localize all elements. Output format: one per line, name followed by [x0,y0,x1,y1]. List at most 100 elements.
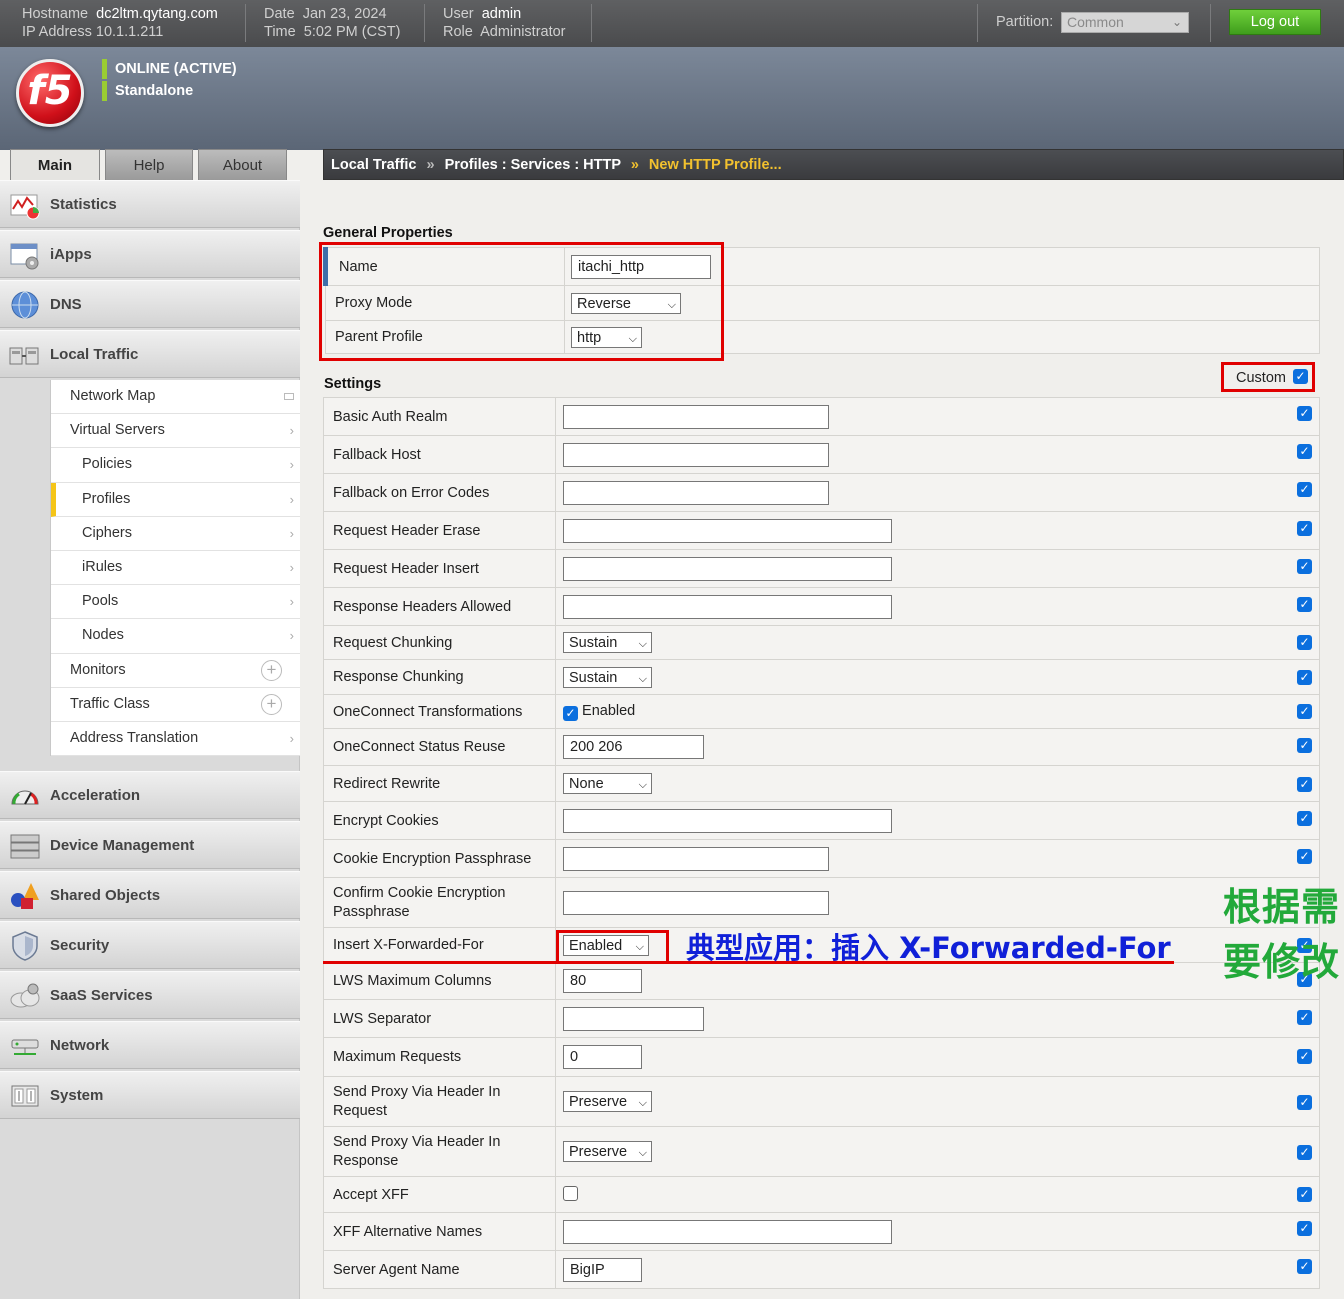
custom-checkbox[interactable]: ✓ [1297,1259,1312,1274]
server-agent-name-input[interactable]: BigIP [563,1257,642,1282]
user-info: User admin Role Administrator [443,5,566,41]
sidebar-item-security[interactable]: Security [0,921,300,969]
sidebar-item-shared-objects[interactable]: Shared Objects [0,871,300,919]
submenu-profiles[interactable]: Profiles › [51,482,300,517]
submenu-virtual-servers[interactable]: Virtual Servers › [51,414,300,449]
highlight-box-general [319,242,724,361]
date-label: Date [264,6,295,22]
submenu-nodes[interactable]: Nodes › [51,619,300,654]
submenu-ciphers[interactable]: Ciphers › [51,517,300,551]
cloud-icon [10,983,40,1008]
custom-checkbox[interactable]: ✓ [1297,738,1312,753]
custom-checkbox[interactable]: ✓ [1297,670,1312,685]
max-requests-input[interactable]: 0 [563,1045,642,1069]
sidebar-item-system[interactable]: System [0,1071,300,1119]
sidebar-item-statistics[interactable]: Statistics [0,180,300,228]
custom-checkbox[interactable]: ✓ [1297,444,1312,459]
submenu-pools[interactable]: Pools › [51,585,300,620]
response-chunking-select[interactable]: Sustain ⌵ [563,666,652,688]
custom-checkbox[interactable]: ✓ [1297,597,1312,612]
shield-icon [12,931,38,961]
fallback-error-codes-input[interactable] [563,480,829,505]
custom-checkbox[interactable]: ✓ [1297,1187,1312,1202]
custom-checkbox[interactable]: ✓ [1297,1145,1312,1160]
sidebar-item-network[interactable]: Network [0,1021,300,1069]
request-header-erase-input[interactable] [563,518,892,543]
cookie-passphrase-input[interactable] [563,846,829,871]
globe-icon [11,291,39,319]
custom-checkbox[interactable]: ✓ [1297,559,1312,574]
custom-checkbox[interactable]: ✓ [1297,1049,1312,1064]
chevron-right-icon: › [289,525,294,541]
partition-select[interactable]: Common ⌄ [1061,12,1189,33]
select-value: Sustain [569,669,618,686]
custom-checkbox[interactable]: ✓ [1297,704,1312,719]
tab-about[interactable]: About [198,149,287,180]
sidebar-item-iapps[interactable]: iApps [0,230,300,278]
chevron-right-icon: › [289,423,294,439]
setting-label: Server Agent Name [323,1250,556,1289]
custom-checkbox[interactable]: ✓ [1297,521,1312,536]
setting-row: Request Header Erase [323,511,1320,550]
sidebar-item-dns[interactable]: DNS [0,280,300,328]
proxy-via-request-select[interactable]: Preserve ⌵ [563,1091,652,1112]
setting-label: Send Proxy Via Header In Request [323,1076,556,1127]
xff-alt-names-input[interactable] [563,1219,892,1244]
custom-checkbox[interactable]: ✓ [1297,1221,1312,1236]
setting-row: Basic Auth Realm [323,397,1320,436]
basic-auth-realm-input[interactable] [563,404,829,429]
custom-checkbox[interactable]: ✓ [1297,777,1312,792]
setting-row: Redirect Rewrite None ⌵ [323,765,1320,802]
setting-row: Encrypt Cookies [323,801,1320,840]
submenu-policies[interactable]: Policies › [51,448,300,483]
status-online: ONLINE (ACTIVE) [102,59,237,79]
encrypt-cookies-input[interactable] [563,808,892,833]
submenu-irules[interactable]: iRules › [51,551,300,586]
custom-checkbox[interactable]: ✓ [1297,482,1312,497]
logout-button[interactable]: Log out [1229,9,1321,35]
setting-row: Request Chunking Sustain ⌵ [323,625,1320,660]
lws-separator-input[interactable] [563,1006,704,1031]
statistics-icon [10,194,40,220]
redirect-rewrite-select[interactable]: None ⌵ [563,773,652,794]
tab-help[interactable]: Help [105,149,193,180]
fallback-host-input[interactable] [563,442,829,467]
setting-label: Request Chunking [323,625,556,660]
submenu-monitors[interactable]: Monitors + [51,654,300,688]
custom-checkbox[interactable]: ✓ [1297,1010,1312,1025]
oneconnect-transformations-checkbox[interactable]: ✓ [563,705,578,721]
sidebar-item-saas-services[interactable]: SaaS Services [0,971,300,1019]
breadcrumb-local-traffic[interactable]: Local Traffic [331,157,416,173]
divider [977,4,978,42]
confirm-cookie-passphrase-input[interactable] [563,890,829,915]
oneconnect-status-reuse-input[interactable]: 200 206 [563,735,704,759]
add-icon[interactable]: + [261,659,282,681]
request-chunking-select[interactable]: Sustain ⌵ [563,632,652,653]
response-headers-allowed-input[interactable] [563,594,892,619]
custom-checkbox[interactable]: ✓ [1297,406,1312,421]
custom-checkbox[interactable]: ✓ [1297,849,1312,864]
request-header-insert-input[interactable] [563,556,892,581]
select-value: Sustain [569,635,618,651]
custom-checkbox[interactable]: ✓ [1297,635,1312,650]
accept-xff-checkbox[interactable] [563,1186,578,1201]
select-value: None [569,776,604,792]
server-icon [10,834,40,859]
submenu-address-translation[interactable]: Address Translation › [51,722,300,757]
submenu-label: Monitors [70,661,126,678]
lws-max-columns-input[interactable]: 80 [563,969,642,993]
sidebar-item-local-traffic[interactable]: Local Traffic [0,330,300,378]
settings-title: Settings [324,376,382,392]
annotation-modify-as-needed: 根据需要修改 [1223,885,1341,984]
submenu-traffic-class[interactable]: Traffic Class + [51,688,300,722]
custom-checkbox[interactable]: ✓ [1297,1095,1312,1110]
proxy-via-response-select[interactable]: Preserve ⌵ [563,1141,652,1162]
breadcrumb-profiles[interactable]: Profiles : Services : HTTP [445,157,621,173]
setting-label: OneConnect Status Reuse [323,728,556,766]
submenu-network-map[interactable]: Network Map [51,380,300,415]
add-icon[interactable]: + [261,693,282,715]
custom-checkbox[interactable]: ✓ [1297,811,1312,826]
sidebar-item-device-management[interactable]: Device Management [0,821,300,869]
sidebar-item-acceleration[interactable]: Acceleration [0,771,300,819]
tab-main[interactable]: Main [10,149,100,180]
